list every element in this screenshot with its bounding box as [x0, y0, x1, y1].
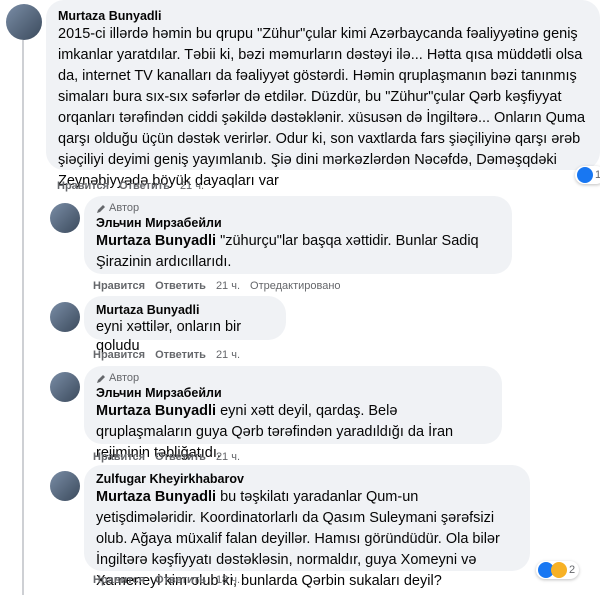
reply-button[interactable]: Ответить: [155, 349, 206, 361]
timestamp[interactable]: 21 ч.: [216, 280, 240, 292]
like-button[interactable]: Нравится: [93, 574, 145, 586]
reply-button[interactable]: Ответить: [155, 451, 206, 463]
reply-button[interactable]: Ответить: [155, 280, 206, 292]
timestamp[interactable]: 21 ч.: [216, 349, 240, 361]
mention-link[interactable]: Murtaza Bunyadli: [96, 233, 216, 249]
like-button[interactable]: Нравится: [93, 280, 145, 292]
comment-author[interactable]: Эльчин Мирзабейли: [96, 215, 500, 231]
timestamp[interactable]: 18 ч.: [216, 574, 240, 586]
reaction-summary[interactable]: 1: [575, 166, 600, 184]
reaction-summary[interactable]: 2: [536, 561, 580, 579]
mention-link[interactable]: Murtaza Bunyadli: [96, 403, 216, 419]
comment-author[interactable]: Murtaza Bunyadli: [58, 8, 588, 24]
avatar[interactable]: [50, 372, 80, 402]
like-button[interactable]: Нравится: [93, 349, 145, 361]
author-badge-label: Автор: [109, 202, 140, 214]
author-badge: Автор: [96, 372, 490, 385]
care-reaction-icon: [551, 562, 567, 578]
comment-bubble: Zulfugar Kheyirkhabarov Murtaza Bunyadli…: [84, 465, 530, 589]
thread-line: [22, 40, 24, 595]
avatar[interactable]: [50, 302, 80, 332]
comment-text: 2015-ci illərdə həmin bu qrupu "Zühur"çu…: [58, 26, 586, 189]
comment-actions: Нравится Ответить 21 ч.: [57, 180, 214, 192]
pen-icon: [97, 204, 105, 213]
like-button[interactable]: Нравится: [57, 180, 109, 192]
like-reaction-icon: [577, 167, 593, 183]
author-badge-label: Автор: [109, 372, 140, 384]
comment-author[interactable]: Zulfugar Kheyirkhabarov: [96, 471, 518, 487]
avatar[interactable]: [50, 471, 80, 501]
pen-icon: [97, 374, 105, 383]
comment-bubble: Автор Эльчин Мирзабейли Murtaza Bunyadli…: [84, 366, 502, 461]
comment-actions: Нравится Ответить 21 ч.: [93, 349, 250, 361]
comment-actions: Нравится Ответить 18 ч.: [93, 574, 250, 586]
edited-label[interactable]: Отредактировано: [250, 280, 341, 292]
reaction-count: 1: [595, 169, 600, 181]
author-badge: Автор: [96, 202, 500, 215]
comment-bubble: Murtaza Bunyadli 2015-ci illərdə həmin b…: [46, 0, 600, 189]
avatar[interactable]: [6, 4, 42, 40]
reply-button[interactable]: Ответить: [155, 574, 206, 586]
timestamp[interactable]: 21 ч.: [180, 180, 204, 192]
comment-actions: Нравится Ответить 21 ч.: [93, 451, 250, 463]
timestamp[interactable]: 21 ч.: [216, 451, 240, 463]
reply-button[interactable]: Ответить: [119, 180, 170, 192]
comment-author[interactable]: Эльчин Мирзабейли: [96, 385, 490, 401]
comment-author[interactable]: Murtaza Bunyadli: [96, 302, 274, 318]
mention-link[interactable]: Murtaza Bunyadli: [96, 489, 216, 505]
like-button[interactable]: Нравится: [93, 451, 145, 463]
reaction-count: 2: [569, 564, 576, 576]
avatar[interactable]: [50, 203, 80, 233]
comment-bubble: Murtaza Bunyadli eyni xəttilər, onların …: [84, 296, 286, 354]
comment-actions: Нравится Ответить 21 ч. Отредактировано: [93, 280, 351, 292]
comment-text: Murtaza Bunyadli "zühurçu"lar başqa xətt…: [96, 231, 500, 273]
comment-bubble: Автор Эльчин Мирзабейли Murtaza Bunyadli…: [84, 196, 512, 274]
